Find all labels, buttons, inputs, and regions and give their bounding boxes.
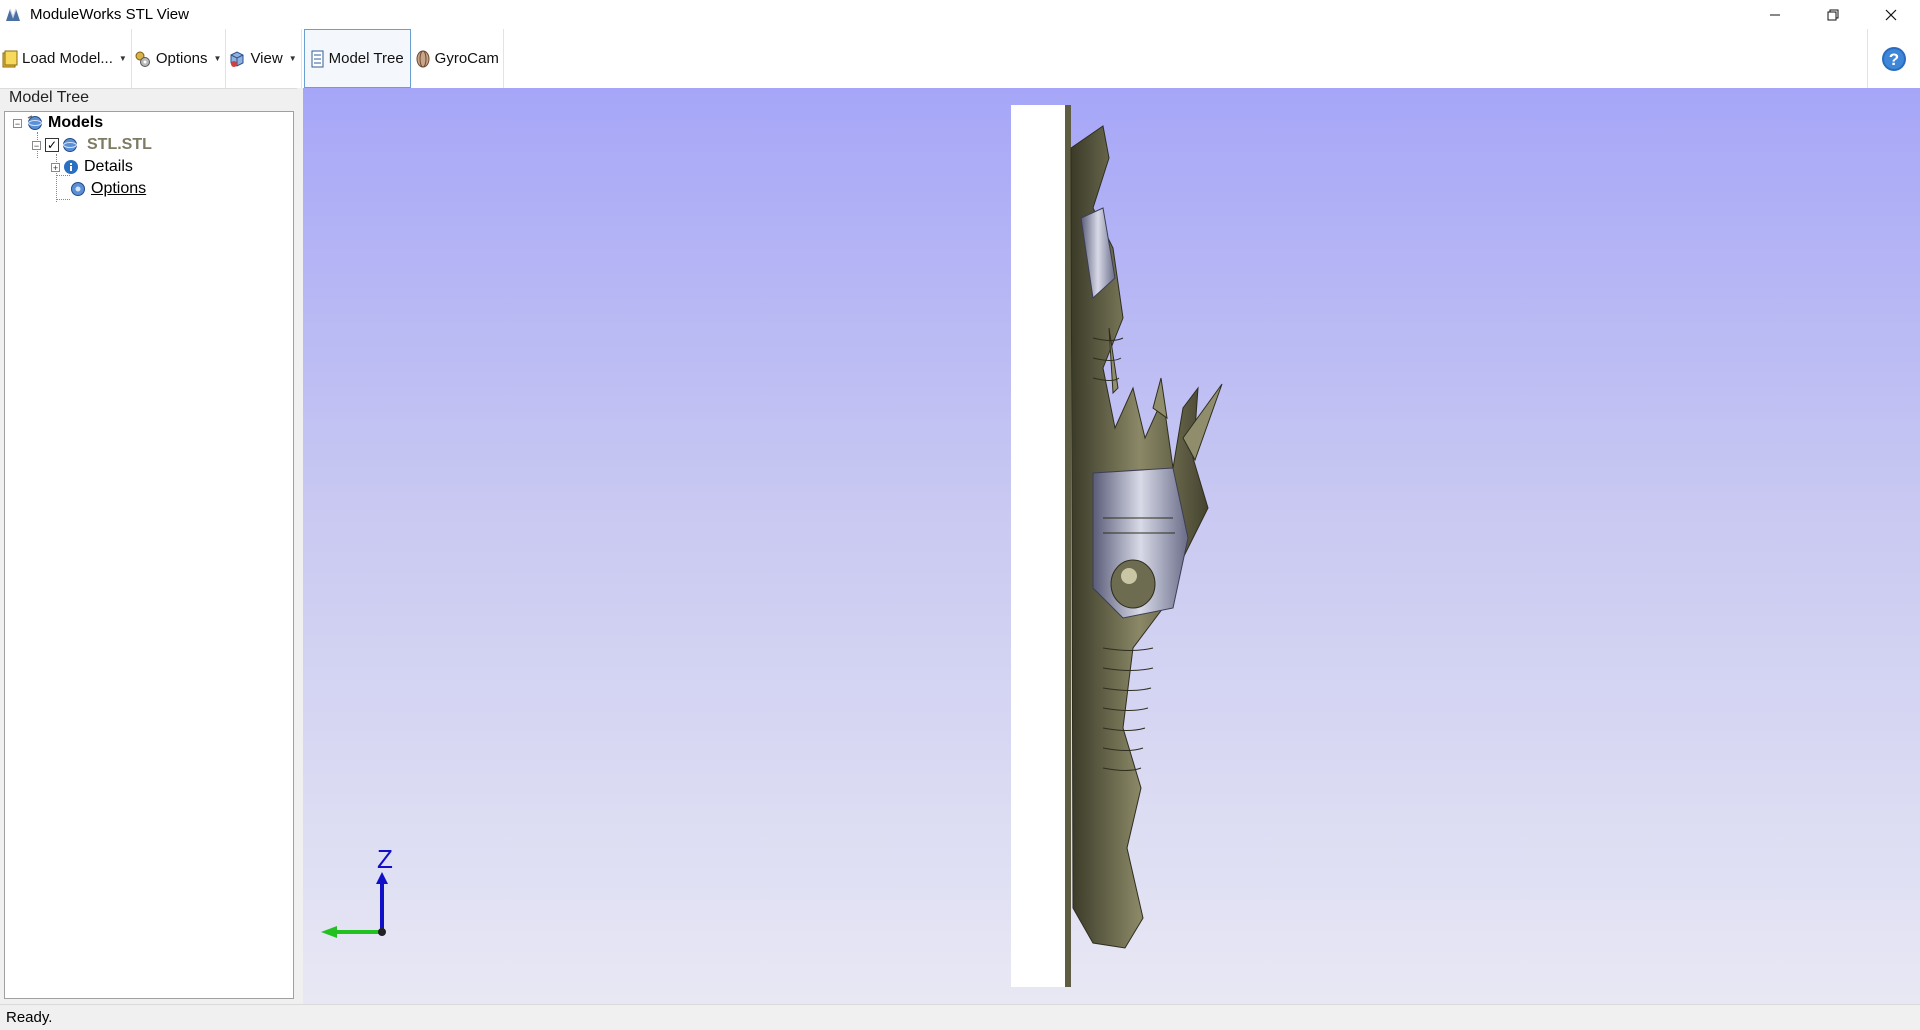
chevron-down-icon[interactable]: ▼ [289, 54, 297, 63]
info-icon [64, 160, 78, 174]
3d-viewport[interactable]: Z [303, 88, 1920, 1004]
axis-origin [378, 928, 386, 936]
window-controls [1746, 0, 1920, 29]
close-button[interactable] [1862, 0, 1920, 29]
app-logo-icon [6, 8, 20, 21]
model-icon [63, 138, 77, 152]
model-tree-label: Model Tree [328, 50, 404, 67]
settings-icon [71, 182, 85, 196]
options-label: Options [155, 50, 208, 67]
restore-icon [1827, 9, 1839, 20]
window-title: ModuleWorks STL View [30, 6, 189, 23]
restore-button[interactable] [1804, 0, 1862, 29]
view-button[interactable]: View ▼ [226, 29, 302, 88]
model-visibility-checkbox[interactable]: ✓ [45, 138, 59, 152]
chevron-down-icon[interactable]: ▼ [214, 54, 222, 63]
chevron-down-icon[interactable]: ▼ [119, 54, 127, 63]
options-button[interactable]: Options ▼ [132, 29, 227, 88]
gyrocam-label: GyroCam [434, 50, 499, 67]
collapse-icon[interactable]: − [13, 118, 22, 128]
tree-label-options: Options [91, 180, 147, 197]
collapse-icon[interactable]: − [32, 140, 41, 150]
help-button[interactable]: ? [1867, 29, 1920, 88]
viewport-canvas: Z [321, 105, 1223, 987]
z-axis-label: Z [377, 844, 393, 874]
minimize-icon [1770, 14, 1780, 15]
view-label: View [250, 50, 283, 67]
stl-model[interactable] [1011, 105, 1223, 987]
tree-label-stl: STL.STL [87, 136, 152, 153]
load-model-label: Load Model... [22, 50, 113, 67]
minimize-button[interactable] [1746, 0, 1804, 29]
svg-text:?: ? [1889, 50, 1899, 69]
toolbar: Load Model... ▼ Options ▼ View ▼ Model T… [0, 29, 1920, 89]
gyrocam-button[interactable]: GyroCam [413, 29, 504, 88]
model-tree-panel-title: Model Tree [9, 89, 90, 106]
axis-triad: Z [321, 844, 393, 938]
close-icon [1885, 9, 1897, 20]
load-model-button[interactable]: Load Model... ▼ [0, 29, 132, 88]
model-tree-button[interactable]: Model Tree [303, 29, 411, 88]
title-bar: ModuleWorks STL View [0, 0, 1920, 29]
expand-icon[interactable]: + [51, 162, 60, 172]
tree-label-models: Models [48, 114, 104, 131]
tree-connector [56, 199, 70, 200]
status-bar: Ready. [0, 1004, 1920, 1030]
tree-node-details[interactable]: + Details [51, 157, 133, 177]
tree-list-icon [311, 49, 325, 69]
tree-node-models[interactable]: − Models [13, 113, 103, 133]
folder-icon [2, 49, 18, 69]
gears-icon [134, 49, 152, 69]
tree-label-details: Details [84, 158, 133, 175]
globe-models-icon [27, 115, 42, 130]
status-text: Ready. [6, 1009, 53, 1026]
cube-view-icon [228, 49, 246, 69]
gyrocam-icon [415, 49, 431, 69]
y-axis-arrow-icon [321, 926, 337, 938]
tree-node-options[interactable]: Options [70, 179, 146, 199]
model-tree[interactable]: − Models − ✓ STL.STL + Details Options [4, 111, 294, 999]
tree-node-stl-model[interactable]: − ✓ STL.STL [32, 135, 152, 155]
help-icon: ? [1882, 46, 1906, 71]
